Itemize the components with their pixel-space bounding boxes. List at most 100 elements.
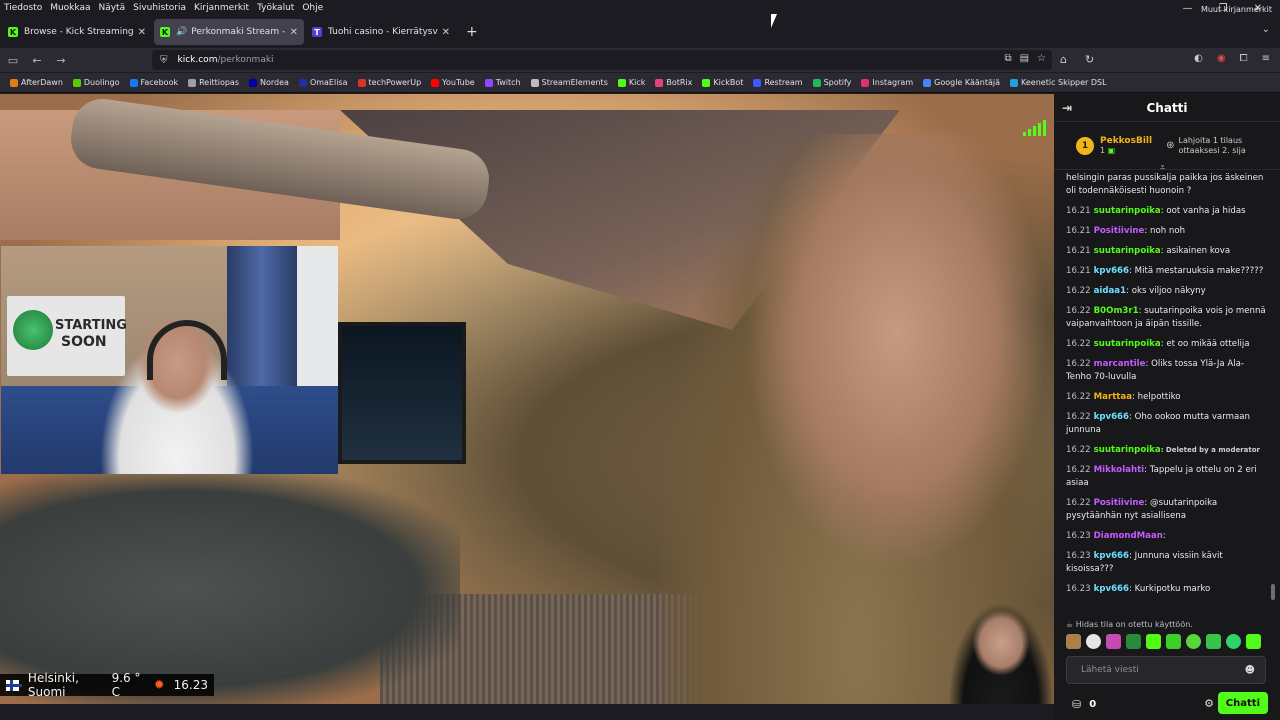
close-tab-icon[interactable]: ✕ [442,27,450,38]
menu-bookmarks[interactable]: Kirjanmerkit [194,3,249,13]
message-username[interactable]: aidaa1 [1094,286,1126,296]
message-username[interactable]: suutarinpoika [1094,246,1161,256]
new-tab-icon[interactable]: + [466,24,478,40]
message-username[interactable]: B0Om3r1 [1094,306,1139,316]
message-username[interactable]: Positiivine [1094,498,1145,508]
bookmark-item[interactable]: Restream [753,78,803,87]
chat-input[interactable]: Lähetä viesti ☻ [1066,656,1266,684]
bookmark-item[interactable]: Twitch [484,78,521,87]
message-username[interactable]: suutarinpoika [1094,339,1161,349]
finland-flag-icon [6,679,22,691]
extension-badge-icon[interactable]: ◉ [1217,53,1226,64]
collapse-chat-icon[interactable]: ⇥ [1062,101,1072,115]
points-icon[interactable]: ⛁ [1072,698,1081,711]
signal-strength-icon [1023,120,1046,136]
chat-scrollbar[interactable] [1271,584,1275,600]
bookmark-item[interactable]: techPowerUp [357,78,421,87]
menu-tools[interactable]: Työkalut [257,3,294,13]
tab-tuohi-casino[interactable]: T Tuohi casino - Kierrätysvapaita ✕ [306,19,456,45]
home-icon[interactable]: ⌂ [1060,53,1067,66]
emoji-picker-icon[interactable]: ☻ [1245,665,1255,676]
bookmark-item[interactable]: Instagram [861,78,913,87]
chat-message: 16.23 kpv666: Junnuna vissiin kävit kisoi… [1066,550,1268,576]
bookmark-favicon-icon [357,78,366,87]
bookmark-item[interactable]: Duolingo [72,78,120,87]
tab-browse-kick[interactable]: K Browse - Kick Streaming ✕ [2,19,152,45]
message-username[interactable]: kpv666 [1094,584,1129,594]
reload-icon[interactable]: ↻ [1085,53,1094,66]
emote-icon[interactable] [1066,634,1081,649]
bookmark-favicon-icon [484,78,493,87]
bookmark-item[interactable]: Reittiopas [188,78,239,87]
menu-help[interactable]: Ohje [302,3,323,13]
message-username[interactable]: marcantile [1094,359,1146,369]
speaker-icon[interactable]: 🔊 [176,27,187,37]
emote-icon[interactable] [1106,634,1121,649]
bookmark-item[interactable]: AfterDawn [10,78,63,87]
emote-icon[interactable] [1206,634,1221,649]
message-username[interactable]: Marttaa [1094,392,1132,402]
tab-title: Perkonmaki Stream - Watch [191,27,286,37]
emote-icon[interactable] [1226,634,1241,649]
list-tabs-icon[interactable]: ⌄ [1262,24,1270,35]
bookmark-item[interactable]: YouTube [431,78,475,87]
bookmark-item[interactable]: StreamElements [530,78,608,87]
other-bookmarks[interactable]: Muut kirjanmerkit [1201,5,1272,14]
bookmark-item[interactable]: Google Kääntäjä [923,78,1000,87]
chat-message: 16.23 DiamondMaan: [1066,530,1268,543]
message-username[interactable]: kpv666 [1094,551,1129,561]
close-tab-icon[interactable]: ✕ [290,27,298,38]
message-username[interactable]: Positiivine [1094,226,1145,236]
app-menu-icon[interactable]: ≡ [1262,53,1270,64]
message-username[interactable]: suutarinpoika [1094,445,1161,455]
minimize-button[interactable]: — [1183,3,1193,14]
back-icon[interactable]: ← [26,54,48,67]
leader-username[interactable]: PekkosBill [1100,136,1152,146]
message-username[interactable]: Mikkolahti [1094,465,1145,475]
chat-messages[interactable]: helsingin paras pussikalja paikka jos äs… [1054,172,1280,616]
bookmark-item[interactable]: Spotify [812,78,851,87]
url-path: /perkonmaki [217,55,274,65]
extensions-icon[interactable]: ⧠ [1240,53,1248,64]
menu-view[interactable]: Näytä [98,3,125,13]
reader-view-icon[interactable]: ▤ [1020,53,1029,64]
forward-icon[interactable]: → [50,54,72,67]
site-info-icon[interactable]: ⛨ [160,55,168,66]
emote-icon[interactable] [1146,634,1161,649]
url-bar[interactable]: ⛨ kick.com/perkonmaki ⧉ ▤ ☆ [152,50,1052,70]
account-icon[interactable]: ◐ [1194,53,1203,64]
menu-edit[interactable]: Muokkaa [50,3,90,13]
message-username[interactable]: suutarinpoika [1094,206,1161,216]
bookmark-item[interactable]: OmaElisa [298,78,348,87]
menu-history[interactable]: Sivuhistoria [133,3,186,13]
picture-in-picture-icon[interactable]: ⧉ [1004,53,1011,64]
bookmark-favicon-icon [753,78,762,87]
emote-icon[interactable] [1186,634,1201,649]
message-text: : oks viljoo näkyny [1126,286,1206,296]
send-chat-button[interactable]: Chatti [1217,692,1268,714]
message-username[interactable]: DiamondMaan [1094,531,1163,541]
bookmark-item[interactable]: BotRix [655,78,692,87]
close-tab-icon[interactable]: ✕ [138,27,146,38]
chat-panel: ⇥ Chatti 1 PekkosBill 1 ▣ ⊛ Lahjoita 1 t… [1054,94,1280,720]
bookmark-item[interactable]: Keenetic Skipper DSL [1010,78,1107,87]
chat-settings-icon[interactable]: ⚙ [1204,697,1214,710]
bookmark-label: BotRix [666,78,693,87]
tab-perkonmaki-stream[interactable]: K 🔊 Perkonmaki Stream - Watch ✕ [154,19,304,45]
emote-icon[interactable] [1086,634,1101,649]
bookmark-item[interactable]: KickBot [702,78,743,87]
bookmark-star-icon[interactable]: ☆ [1037,53,1046,64]
bookmark-item[interactable]: Nordea [249,78,289,87]
menu-file[interactable]: Tiedosto [4,3,42,13]
emote-icon[interactable] [1246,634,1261,649]
bookmark-item[interactable]: Facebook [129,78,178,87]
emote-icon[interactable] [1126,634,1141,649]
message-username[interactable]: kpv666 [1094,412,1129,422]
sub-badge-icon: ▣ [1107,146,1116,155]
message-username[interactable]: kpv666 [1094,266,1129,276]
emote-icon[interactable] [1166,634,1181,649]
gift-text[interactable]: Lahjoita 1 tilaus ottaaksesi 2. sija [1178,136,1268,156]
stream-video[interactable]: STARTING SOON [0,94,1054,704]
sidebar-toggle-icon[interactable]: ▭ [2,54,24,67]
bookmark-item[interactable]: Kick [617,78,645,87]
